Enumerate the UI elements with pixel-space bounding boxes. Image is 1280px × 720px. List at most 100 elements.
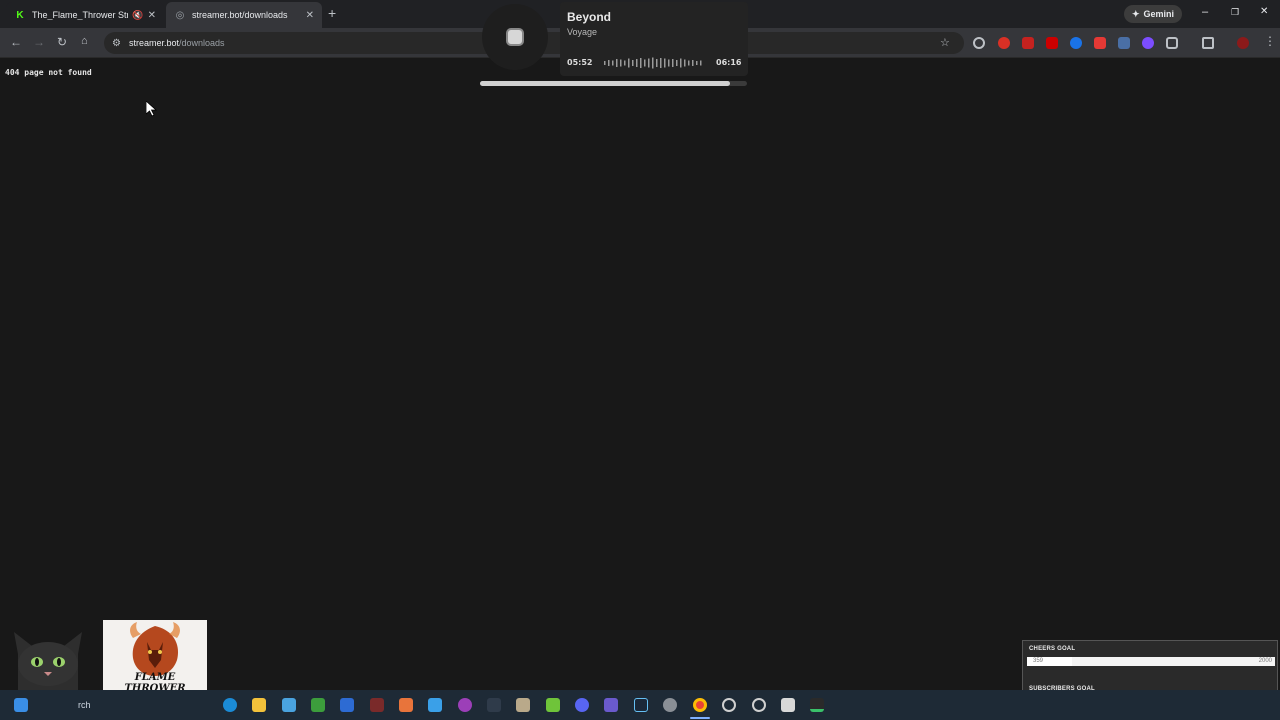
steam-icon[interactable] [634,698,648,712]
waveform-bar [668,59,670,67]
kick-icon: K [16,9,24,21]
taskbar-search-text[interactable]: rch [78,700,91,710]
edge-icon[interactable] [223,698,237,712]
waveform-bar [640,58,642,68]
waveform-bar [688,60,690,66]
waveform-bar [660,58,662,68]
minimize-button[interactable]: – [1202,6,1208,18]
track-progress-bar [480,81,747,86]
reload-icon[interactable]: ↻ [57,35,67,49]
music-app-icon [506,28,524,46]
extension-red-drop-icon[interactable] [998,37,1010,49]
url-path: /downloads [179,38,225,48]
waveform-bar [692,60,694,66]
track-duration: 06:16 [716,58,742,67]
tab-downloads[interactable]: ◎ streamer.bot/downloads ✕ [166,2,322,28]
app-tan-icon[interactable] [516,698,530,712]
logo-text: FLAME THROWER [124,672,186,692]
bookmark-star-icon[interactable]: ☆ [940,36,950,49]
crosshair-icon[interactable] [722,698,736,712]
site-info-icon[interactable]: ⚙ [112,38,121,49]
home-icon[interactable]: ⌂ [81,35,88,47]
extension-youtube-icon[interactable] [1046,37,1058,49]
app-green-icon[interactable] [546,698,560,712]
gemini-label: Gemini [1143,9,1175,19]
file-explorer-icon[interactable] [252,698,266,712]
new-tab-button[interactable]: + [328,6,336,20]
muted-speaker-icon[interactable]: 🔇 [132,10,143,21]
cheers-goal-label: CHEERS GOAL [1029,646,1076,652]
profile-avatar[interactable] [1237,37,1249,49]
error-message: 404 page not found [5,68,92,77]
track-progress-fill [480,81,730,86]
waveform-bar [628,58,630,68]
cheers-goal-track: 359 2000 [1027,657,1275,666]
settings-gear-icon[interactable] [663,698,677,712]
cheers-target: 2000 [1258,658,1272,664]
cheers-current: 359 [1033,658,1044,664]
app-audio-icon[interactable] [487,698,501,712]
app-red-icon[interactable] [370,698,384,712]
close-window-button[interactable]: ✕ [1260,6,1268,17]
extension-purple-icon[interactable] [1142,37,1154,49]
sparkle-icon: ✦ [1132,8,1140,19]
extension-window-icon[interactable] [1118,37,1130,49]
side-panel-icon[interactable] [1202,37,1214,49]
restore-button[interactable]: ❐ [1231,7,1239,18]
waveform-bar [604,61,606,65]
tab-stream[interactable]: K The_Flame_Thrower Stream 🔇 ✕ [6,2,164,28]
waveform-bar [612,60,614,66]
windows-start-icon[interactable] [14,698,28,712]
store-icon[interactable] [282,698,296,712]
gemini-button[interactable]: ✦ Gemini [1124,5,1183,23]
more-menu-icon[interactable]: ⋮ [1264,34,1276,48]
page-content: 404 page not found [0,58,1280,690]
waveform-bar [680,58,682,68]
discord-icon[interactable] [575,698,589,712]
globe-icon: ◎ [175,9,185,21]
extension-red-badge-icon[interactable] [1022,37,1034,49]
url-host: streamer.bot [128,38,179,48]
cat-mascot-image [4,624,100,696]
waveform-bar [644,59,646,67]
app-gray-icon[interactable] [781,698,795,712]
close-tab-icon[interactable]: ✕ [148,10,156,21]
forward-arrow-icon[interactable]: → [33,35,45,49]
waveform-bar [652,57,654,69]
tab-title: streamer.bot/downloads [192,10,288,20]
app-blue-icon[interactable] [428,698,442,712]
mail-icon[interactable] [340,698,354,712]
waveform-bar [696,61,698,65]
waveform-bar [636,59,638,67]
back-arrow-icon[interactable]: ← [10,35,22,49]
app-purple-icon[interactable] [458,698,472,712]
now-playing-card: Beyond Voyage 05:52 06:16 [560,2,748,76]
waveform-bar [664,58,666,68]
extension-audio-icon[interactable] [1070,37,1082,49]
terminal-icon[interactable] [810,698,824,712]
waveform-bar [684,59,686,67]
waveform-bar [632,60,634,66]
app-diamond-icon[interactable] [604,698,618,712]
extension-globe-icon[interactable] [973,37,985,49]
extension-abp-icon[interactable] [1094,37,1106,49]
album-art-disc [482,4,548,70]
close-tab-icon[interactable]: ✕ [306,10,314,21]
tab-title: The_Flame_Thrower Stream [32,10,129,20]
waveform-bar [620,59,622,67]
waveform-bar [676,60,678,66]
waveform [604,57,702,69]
waveform-bar [656,59,658,67]
obs-icon[interactable] [752,698,766,712]
chrome-icon[interactable] [693,698,707,712]
app-orange-icon[interactable] [399,698,413,712]
waveform-bar [608,60,610,66]
windows-taskbar: rch [0,690,1280,720]
screen: K The_Flame_Thrower Stream 🔇 ✕ ◎ streame… [0,0,1280,720]
track-artist: Voyage [567,27,598,37]
spreadsheet-icon[interactable] [311,698,325,712]
extensions-puzzle-icon[interactable] [1166,37,1178,49]
waveform-bar [672,59,674,67]
active-app-indicator [690,717,710,719]
track-title: Beyond [567,10,612,24]
